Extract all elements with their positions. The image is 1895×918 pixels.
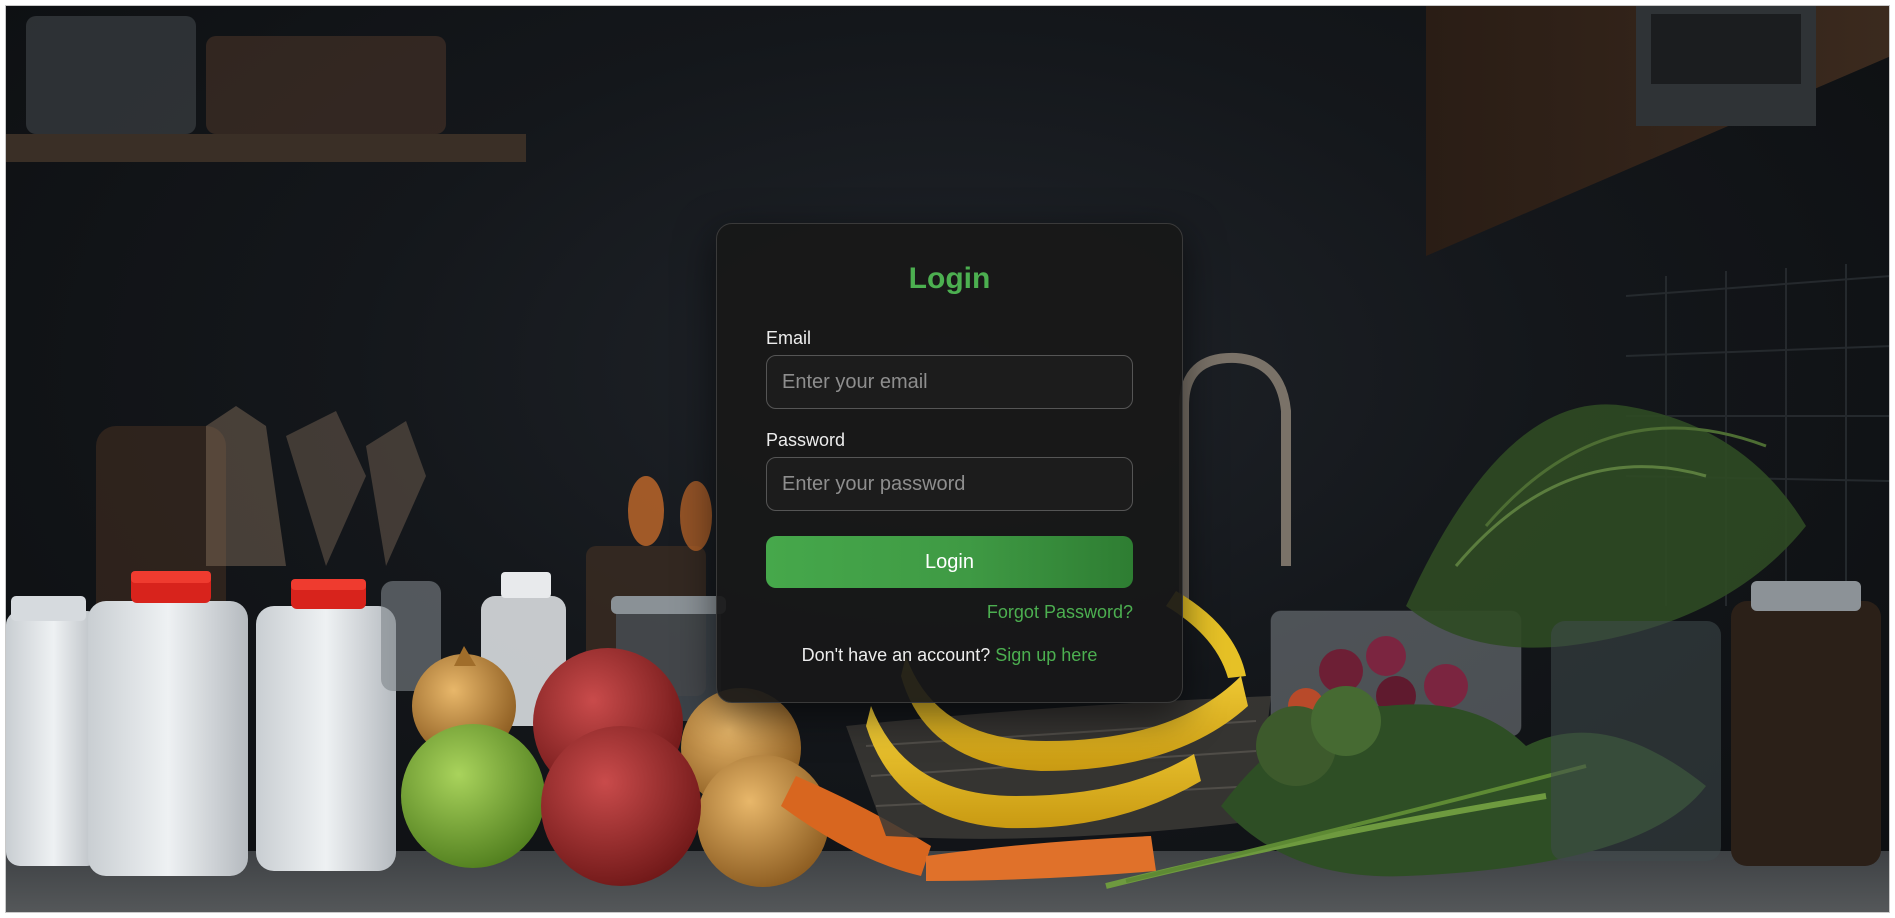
login-title: Login — [908, 262, 991, 295]
password-label: Password — [766, 430, 846, 450]
password-field[interactable] — [766, 457, 1133, 511]
signup-link[interactable]: Sign up here — [995, 645, 1097, 665]
login-card: Login Email Password Login Forgot Passwo… — [716, 223, 1183, 703]
email-field[interactable] — [766, 355, 1133, 409]
forgot-password-link[interactable]: Forgot Password? — [987, 602, 1133, 623]
email-label: Email — [766, 328, 812, 348]
login-button[interactable]: Login — [766, 536, 1133, 588]
signup-prompt-line: Don't have an account? Sign up here — [717, 645, 1182, 666]
signup-prompt-text: Don't have an account? — [801, 645, 991, 665]
page-frame: Login Email Password Login Forgot Passwo… — [5, 5, 1890, 913]
